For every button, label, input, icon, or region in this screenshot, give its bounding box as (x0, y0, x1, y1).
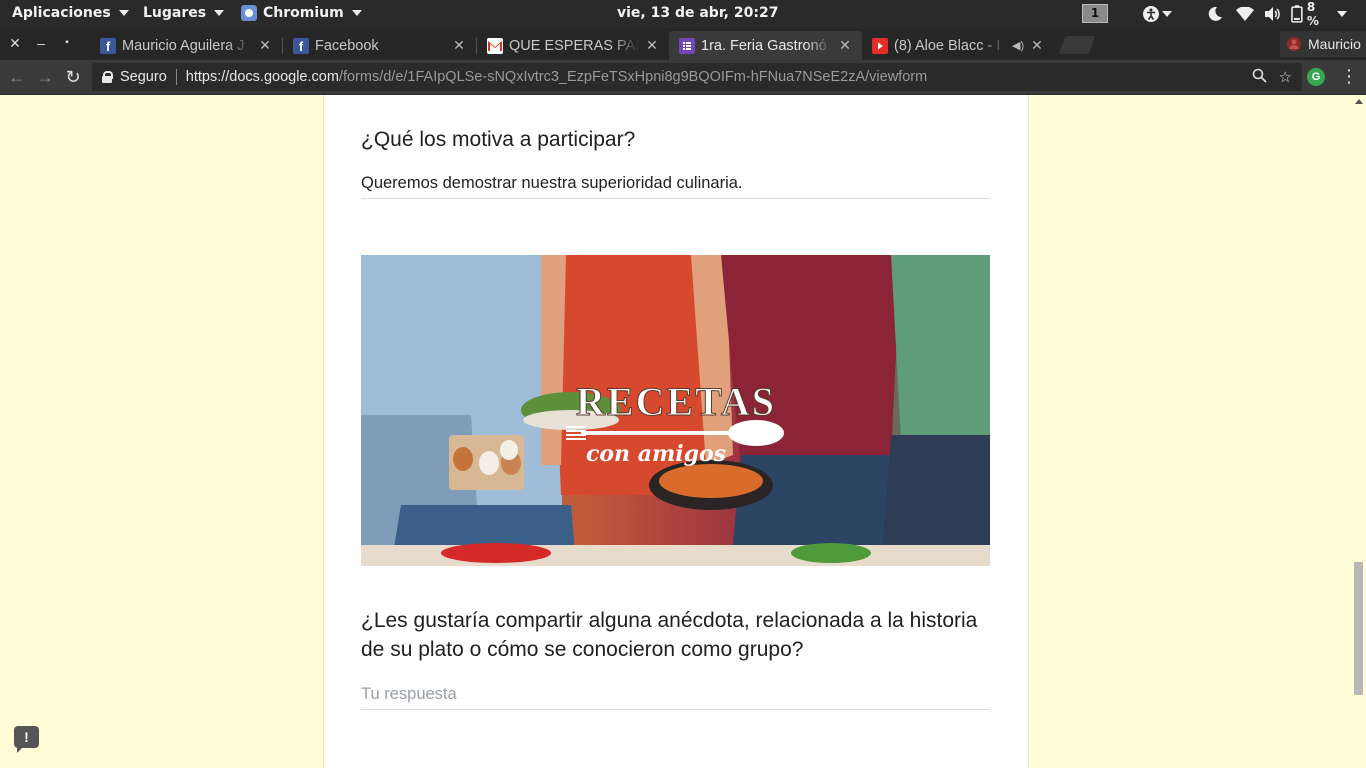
applications-menu[interactable]: Aplicaciones (12, 5, 129, 21)
youtube-icon (872, 37, 888, 54)
profile-name: Mauricio (1308, 36, 1361, 52)
tab-gmail[interactable]: QUE ESPERAS PAR ✕ (477, 31, 669, 60)
form-card: ¿Qué los motiva a participar? Queremos d… (323, 95, 1029, 768)
zoom-icon[interactable] (1252, 68, 1267, 87)
tab-mauricio-aguilera[interactable]: f Mauricio Aguilera J ✕ (90, 31, 282, 60)
close-tab-icon[interactable]: ✕ (645, 37, 659, 54)
accessibility-icon (1143, 6, 1159, 22)
chromium-icon (241, 5, 257, 21)
facebook-icon: f (293, 37, 309, 54)
question-title: ¿Les gustaría compartir alguna anécdota,… (361, 609, 978, 661)
forward-arrow-icon[interactable]: → (34, 66, 56, 88)
battery-icon (1291, 5, 1303, 23)
url-path: /forms/d/e/1FAIpQLSe-sNQxIvtrc3_EzpFeTSx… (338, 69, 928, 85)
chevron-down-icon (214, 10, 225, 16)
gmail-icon (487, 37, 503, 54)
tab-title: QUE ESPERAS PAR (509, 37, 639, 54)
window-maximize-icon[interactable]: ▪ (59, 37, 75, 48)
window-close-icon[interactable]: ✕ (7, 35, 23, 52)
security-label: Seguro (120, 69, 167, 85)
recetas-con-amigos-photo: RECETAS con amigos (361, 255, 990, 566)
back-arrow-icon[interactable]: ← (6, 66, 28, 88)
window-minimize-icon[interactable]: – (33, 35, 49, 51)
tab-title: (8) Aloe Blacc - I (894, 37, 1001, 54)
app-name: Chromium (263, 5, 344, 21)
night-light-indicator (1205, 4, 1225, 24)
profile-button[interactable]: Mauricio (1280, 31, 1366, 57)
google-forms-icon (679, 37, 695, 54)
wifi-indicator (1234, 4, 1256, 24)
chevron-down-icon (1337, 11, 1347, 17)
places-menu[interactable]: Lugares (143, 5, 225, 21)
new-tab-button[interactable] (1058, 36, 1096, 54)
close-tab-icon[interactable]: ✕ (258, 37, 272, 54)
close-tab-icon[interactable]: ✕ (838, 37, 852, 54)
banner-image: RECETAS con amigos (361, 255, 990, 566)
browser-toolbar: ← → ↻ Seguro https://docs.google.com/for… (0, 60, 1366, 95)
url-host: https://docs.google.com (185, 69, 339, 85)
battery-indicator[interactable]: 8 % (1291, 0, 1347, 28)
tab-title: 1ra. Feria Gastronó (701, 37, 827, 54)
tab-youtube[interactable]: (8) Aloe Blacc - I ◀) ✕ (862, 31, 1054, 60)
report-issue-icon[interactable]: ! (14, 726, 39, 753)
lock-icon (102, 71, 113, 83)
scroll-up-icon[interactable] (1355, 99, 1363, 104)
clock[interactable]: vie, 13 de abr, 20:27 (617, 5, 778, 21)
incognito-avatar-icon (1287, 37, 1301, 51)
reload-icon[interactable]: ↻ (62, 66, 84, 88)
battery-percentage: 8 % (1306, 0, 1319, 28)
question-title: ¿Qué los motiva a participar? (361, 128, 636, 151)
audio-playing-icon[interactable]: ◀) (1012, 39, 1024, 52)
volume-icon (1265, 7, 1280, 21)
moon-icon (1208, 6, 1222, 21)
volume-indicator (1262, 4, 1284, 24)
tab-strip: ✕ – ▪ f Mauricio Aguilera J ✕ f Facebook… (0, 28, 1366, 60)
close-tab-icon[interactable]: ✕ (1030, 37, 1044, 54)
banner-title: RECETAS (576, 379, 776, 424)
applications-label: Aplicaciones (12, 5, 111, 21)
answer-field[interactable]: Queremos demostrar nuestra superioridad … (361, 174, 990, 199)
grammarly-extension-icon[interactable]: G (1307, 68, 1325, 86)
chevron-down-icon (1162, 11, 1172, 17)
address-bar[interactable]: Seguro https://docs.google.com/forms/d/e… (92, 63, 1302, 91)
clock-text: vie, 13 de abr, 20:27 (617, 5, 779, 21)
app-menu[interactable]: Chromium (241, 5, 362, 21)
banner-subtitle: con amigos (586, 441, 726, 467)
tab-google-forms[interactable]: 1ra. Feria Gastronó ✕ (669, 31, 862, 60)
close-tab-icon[interactable]: ✕ (452, 37, 466, 54)
tab-title: Mauricio Aguilera J (122, 37, 245, 54)
places-label: Lugares (143, 5, 207, 21)
answer-input[interactable]: Tu respuesta (361, 685, 990, 710)
page-viewport: ¿Qué los motiva a participar? Queremos d… (0, 95, 1366, 768)
page-scrollbar[interactable] (1351, 95, 1366, 768)
accessibility-menu[interactable] (1137, 4, 1177, 24)
wifi-icon (1236, 7, 1254, 21)
workspace-indicator[interactable]: 1 (1082, 4, 1108, 23)
bookmark-star-icon[interactable]: ☆ (1279, 68, 1292, 87)
browser-menu-icon[interactable]: ⋮ (1340, 66, 1358, 87)
tab-title: Facebook (315, 37, 379, 54)
chevron-down-icon (118, 10, 129, 16)
tab-facebook[interactable]: f Facebook ✕ (283, 31, 476, 60)
system-top-panel: Aplicaciones Lugares Chromium vie, 13 de… (0, 0, 1366, 28)
facebook-icon: f (100, 37, 116, 54)
scrollbar-thumb[interactable] (1354, 562, 1363, 695)
chevron-down-icon (351, 10, 362, 16)
